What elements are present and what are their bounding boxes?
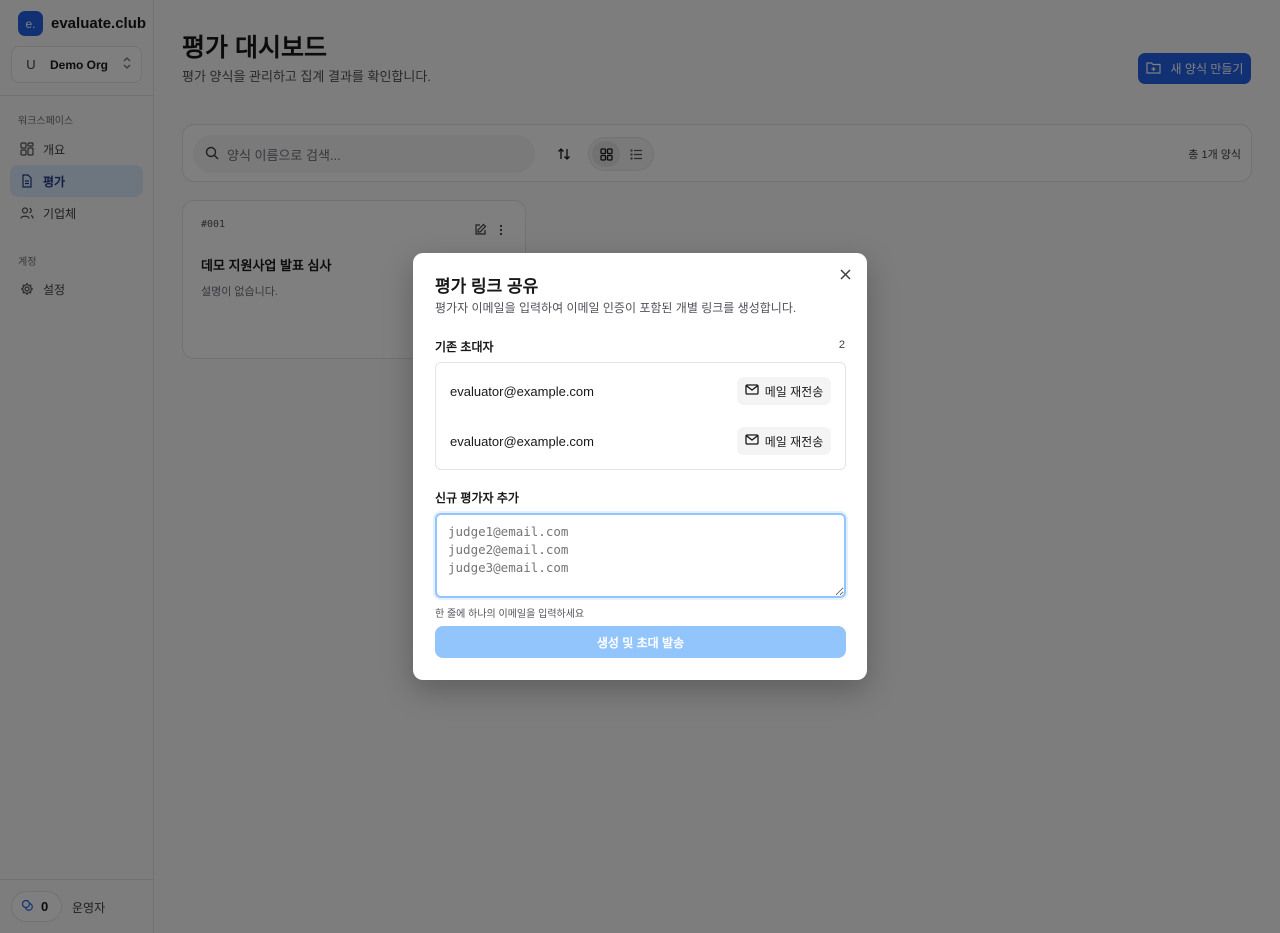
mail-icon bbox=[745, 434, 759, 448]
list-item: evaluator@example.com 메일 재전송 bbox=[436, 426, 845, 456]
new-evaluator-label: 신규 평가자 추가 bbox=[435, 491, 519, 505]
share-link-dialog: 평가 링크 공유 평가자 이메일을 입력하여 이메일 인증이 포함된 개별 링크… bbox=[413, 253, 867, 680]
dialog-description: 평가자 이메일을 입력하여 이메일 인증이 포함된 개별 링크를 생성합니다. bbox=[435, 301, 797, 315]
list-item: evaluator@example.com 메일 재전송 bbox=[436, 376, 845, 406]
dialog-title: 평가 링크 공유 bbox=[435, 277, 539, 296]
email-hint: 한 줄에 하나의 이메일을 입력하세요 bbox=[435, 609, 585, 620]
generate-and-send-button[interactable]: 생성 및 초대 발송 bbox=[435, 626, 846, 658]
invitee-list: evaluator@example.com 메일 재전송 evaluator@e… bbox=[435, 362, 846, 470]
close-icon[interactable] bbox=[838, 267, 852, 281]
invitee-email: evaluator@example.com bbox=[450, 433, 594, 449]
resend-label: 메일 재전송 bbox=[764, 434, 824, 449]
existing-invitees-count: 2 bbox=[838, 339, 845, 351]
existing-invitees-label: 기존 초대자 bbox=[435, 340, 494, 354]
mail-icon bbox=[745, 384, 759, 398]
resend-mail-button[interactable]: 메일 재전송 bbox=[737, 427, 831, 455]
email-list-textarea[interactable] bbox=[435, 513, 846, 598]
resend-mail-button[interactable]: 메일 재전송 bbox=[737, 377, 831, 405]
invitee-email: evaluator@example.com bbox=[450, 383, 594, 399]
resend-label: 메일 재전송 bbox=[764, 384, 824, 399]
